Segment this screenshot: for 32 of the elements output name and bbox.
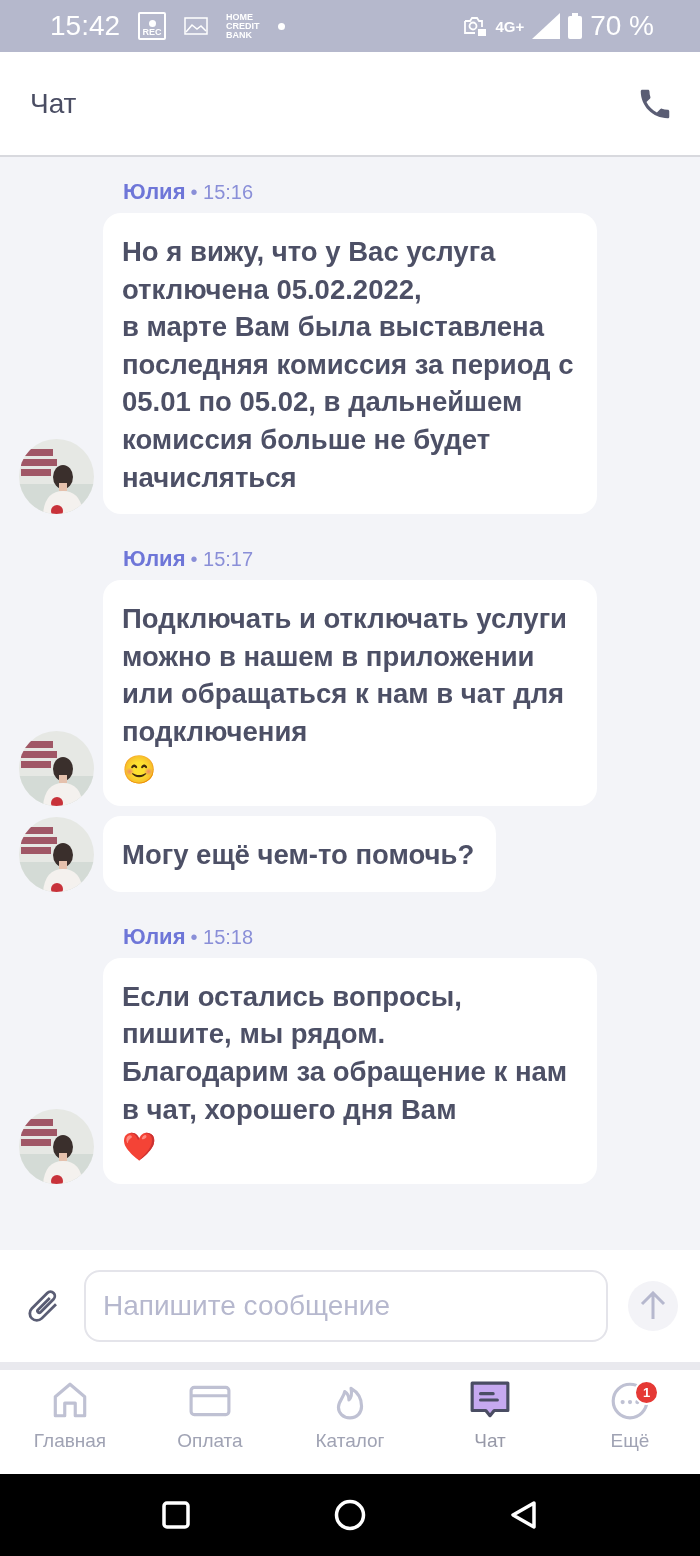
nav-tab[interactable]: Ещё 1 <box>570 1370 690 1474</box>
arrow-up-icon <box>640 1291 666 1321</box>
message-bubble: Но я вижу, что у Вас услуга отключена 05.02.2022, в марте Вам была выставлена последняя комиссия за период с 05.01 по 05.02, в дальнейшем комиссия больше не будет начисляться <box>103 213 597 515</box>
notification-dot <box>277 22 285 30</box>
battery-level: 70 % <box>590 10 654 42</box>
message-time: • 15:16 <box>190 181 254 203</box>
record-icon: REC <box>138 12 167 40</box>
back-icon[interactable] <box>510 1500 538 1530</box>
status-time: 15:42 <box>50 10 121 42</box>
nav-tab[interactable]: Оплата <box>150 1370 270 1474</box>
notification-badge: 1 <box>634 1380 659 1405</box>
message-time: • 15:18 <box>190 925 254 948</box>
nav-tab[interactable]: Главная <box>10 1370 130 1474</box>
sender-name: Юлия <box>123 181 186 203</box>
bank-logo: HOME CREDIT BANK <box>226 12 260 40</box>
message-bubble: Если остались вопросы, пишите, мы рядом. Благодарим за обращение к нам в чат, хорошего дня Вам ❤ <box>103 957 597 1184</box>
message-bubble: Могу ещё чем-то помочь? <box>103 816 497 892</box>
network-type: 4G+ <box>495 17 525 35</box>
sender-name: Юлия <box>123 925 186 948</box>
nav-tab[interactable]: Каталог <box>290 1370 410 1474</box>
camera-lock-icon <box>463 15 488 37</box>
image-icon <box>184 17 209 35</box>
sender-name: Юлия <box>123 548 186 571</box>
nav-tab[interactable]: Чат <box>430 1370 550 1474</box>
message-field[interactable]: Напишите сообщение <box>84 1270 608 1342</box>
recent-apps-icon[interactable] <box>162 1501 190 1529</box>
message-bubble: Подключать и отключать услуги можно в нашем в приложении или обращаться к нам в чат для подключения 😊 <box>103 580 597 807</box>
signal-icon <box>532 13 561 39</box>
battery-icon <box>568 13 583 39</box>
screen-title: Чат <box>30 87 77 120</box>
message-time: • 15:17 <box>190 548 254 571</box>
home-icon[interactable] <box>334 1499 366 1531</box>
